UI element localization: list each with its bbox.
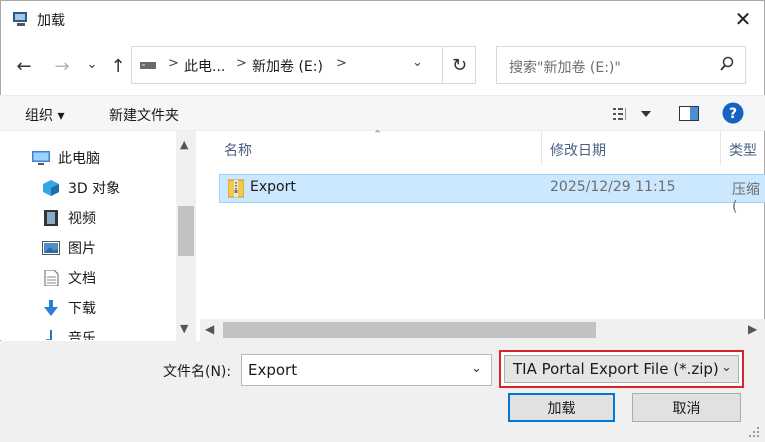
search-placeholder: 搜索"新加卷 (E:)" (509, 60, 621, 76)
column-divider[interactable] (720, 131, 721, 165)
window-title: 加载 (37, 13, 65, 29)
filename-label: 文件名(N): (163, 364, 232, 380)
arrow-right-icon: → (54, 55, 70, 77)
chevron-down-icon: ⌄ (86, 56, 98, 72)
sidebar-scroll-thumb[interactable] (178, 206, 194, 256)
chevron-down-icon: ⌄ (412, 55, 423, 70)
breadcrumb-separator: > (236, 56, 247, 71)
filename-input[interactable]: Export ⌄ (241, 354, 492, 386)
file-type: 压缩( (732, 182, 760, 215)
help-icon[interactable]: ? (722, 102, 744, 124)
scroll-left-icon[interactable]: ◀ (205, 322, 214, 336)
breadcrumb-separator: > (168, 56, 179, 71)
recent-locations-button[interactable]: ⌄ (80, 52, 104, 76)
document-icon (44, 270, 59, 286)
organize-menu[interactable]: 组织 ▾ (25, 105, 64, 125)
new-folder-button[interactable]: 新建文件夹 (109, 105, 179, 125)
open-button[interactable]: 加载 (508, 393, 615, 422)
breadcrumb-separator: > (336, 56, 347, 71)
address-dropdown-button[interactable]: ⌄ (412, 55, 423, 70)
cube-icon (43, 180, 59, 196)
sidebar-item-downloads[interactable]: 下载 (42, 294, 96, 322)
cancel-button[interactable]: 取消 (632, 393, 741, 422)
arrow-up-icon: ↑ (110, 55, 126, 77)
resize-grip-icon[interactable] (748, 426, 760, 438)
close-button[interactable]: ✕ (730, 6, 756, 32)
zip-folder-icon (228, 179, 244, 198)
column-header-name[interactable]: 名称 (224, 140, 252, 160)
file-type-filter-value: TIA Portal Export File (*.zip) (513, 360, 719, 378)
sidebar-item-label: 音乐 (68, 331, 96, 340)
command-toolbar: 组织 ▾ 新建文件夹 ? (0, 95, 765, 131)
back-button[interactable]: ← (12, 54, 36, 78)
scroll-up-icon[interactable]: ▲ (180, 138, 188, 151)
column-header-modified[interactable]: 修改日期 (550, 140, 606, 160)
sidebar-item-videos[interactable]: 视频 (42, 204, 96, 232)
chevron-down-icon[interactable]: ⌄ (471, 361, 482, 376)
sidebar-item-label: 文档 (68, 271, 96, 287)
download-icon (44, 300, 58, 316)
file-list-scroll-thumb[interactable] (223, 322, 596, 338)
column-header-type[interactable]: 类型 (729, 140, 757, 160)
scroll-right-icon[interactable]: ▶ (748, 322, 757, 336)
title-bar: 加载 ✕ (0, 0, 765, 40)
preview-pane-icon[interactable] (679, 106, 699, 121)
sidebar-item-3d-objects[interactable]: 3D 对象 (42, 174, 120, 202)
file-row-selected[interactable] (219, 174, 765, 203)
drive-icon (140, 62, 156, 69)
sidebar-item-label: 视频 (68, 211, 96, 227)
music-icon (45, 330, 52, 340)
sidebar-item-label: 此电脑 (58, 151, 100, 167)
address-bar[interactable]: > 此电... > 新加卷 (E:) > ⌄ (131, 46, 476, 84)
breadcrumb-drive-e[interactable]: 新加卷 (E:) (252, 56, 323, 76)
sidebar-item-label: 图片 (68, 241, 96, 257)
search-icon[interactable] (719, 56, 735, 72)
forward-button[interactable]: → (50, 54, 74, 78)
svg-text:?: ? (729, 106, 737, 122)
video-icon (44, 210, 58, 226)
sidebar-item-label: 3D 对象 (68, 181, 121, 197)
view-dropdown-icon[interactable] (641, 111, 651, 117)
computer-icon (32, 151, 50, 165)
search-box[interactable]: 搜索"新加卷 (E:)" (496, 46, 746, 84)
scroll-down-icon[interactable]: ▼ (180, 322, 188, 335)
up-button[interactable]: ↑ (106, 54, 130, 78)
breadcrumb-this-pc[interactable]: 此电... (184, 56, 225, 76)
file-name: Export (250, 179, 296, 195)
file-modified: 2025/12/29 11:15 (550, 179, 676, 195)
sidebar-item-pictures[interactable]: 图片 (42, 234, 96, 262)
sidebar-item-this-pc[interactable]: 此电脑 (32, 144, 100, 172)
view-options-icon[interactable] (613, 107, 631, 121)
file-type-filter-highlight: TIA Portal Export File (*.zip) ⌄ (499, 350, 744, 388)
file-type-filter-select[interactable]: TIA Portal Export File (*.zip) ⌄ (504, 355, 739, 383)
sidebar-item-label: 下载 (68, 301, 96, 317)
refresh-icon: ↻ (451, 54, 468, 76)
refresh-button[interactable]: ↻ (442, 46, 476, 84)
sidebar-item-music-clip: 音乐 (42, 324, 172, 340)
sort-ascending-icon: ⌃ (373, 128, 383, 141)
arrow-left-icon: ← (16, 55, 32, 77)
app-icon (13, 12, 27, 26)
filename-value: Export (248, 361, 298, 379)
sidebar-item-music[interactable]: 音乐 (42, 324, 96, 340)
close-icon: ✕ (734, 7, 752, 31)
picture-icon (42, 241, 60, 255)
column-divider[interactable] (541, 131, 542, 165)
chevron-down-icon[interactable]: ⌄ (721, 360, 732, 375)
sidebar-item-documents[interactable]: 文档 (42, 264, 96, 292)
